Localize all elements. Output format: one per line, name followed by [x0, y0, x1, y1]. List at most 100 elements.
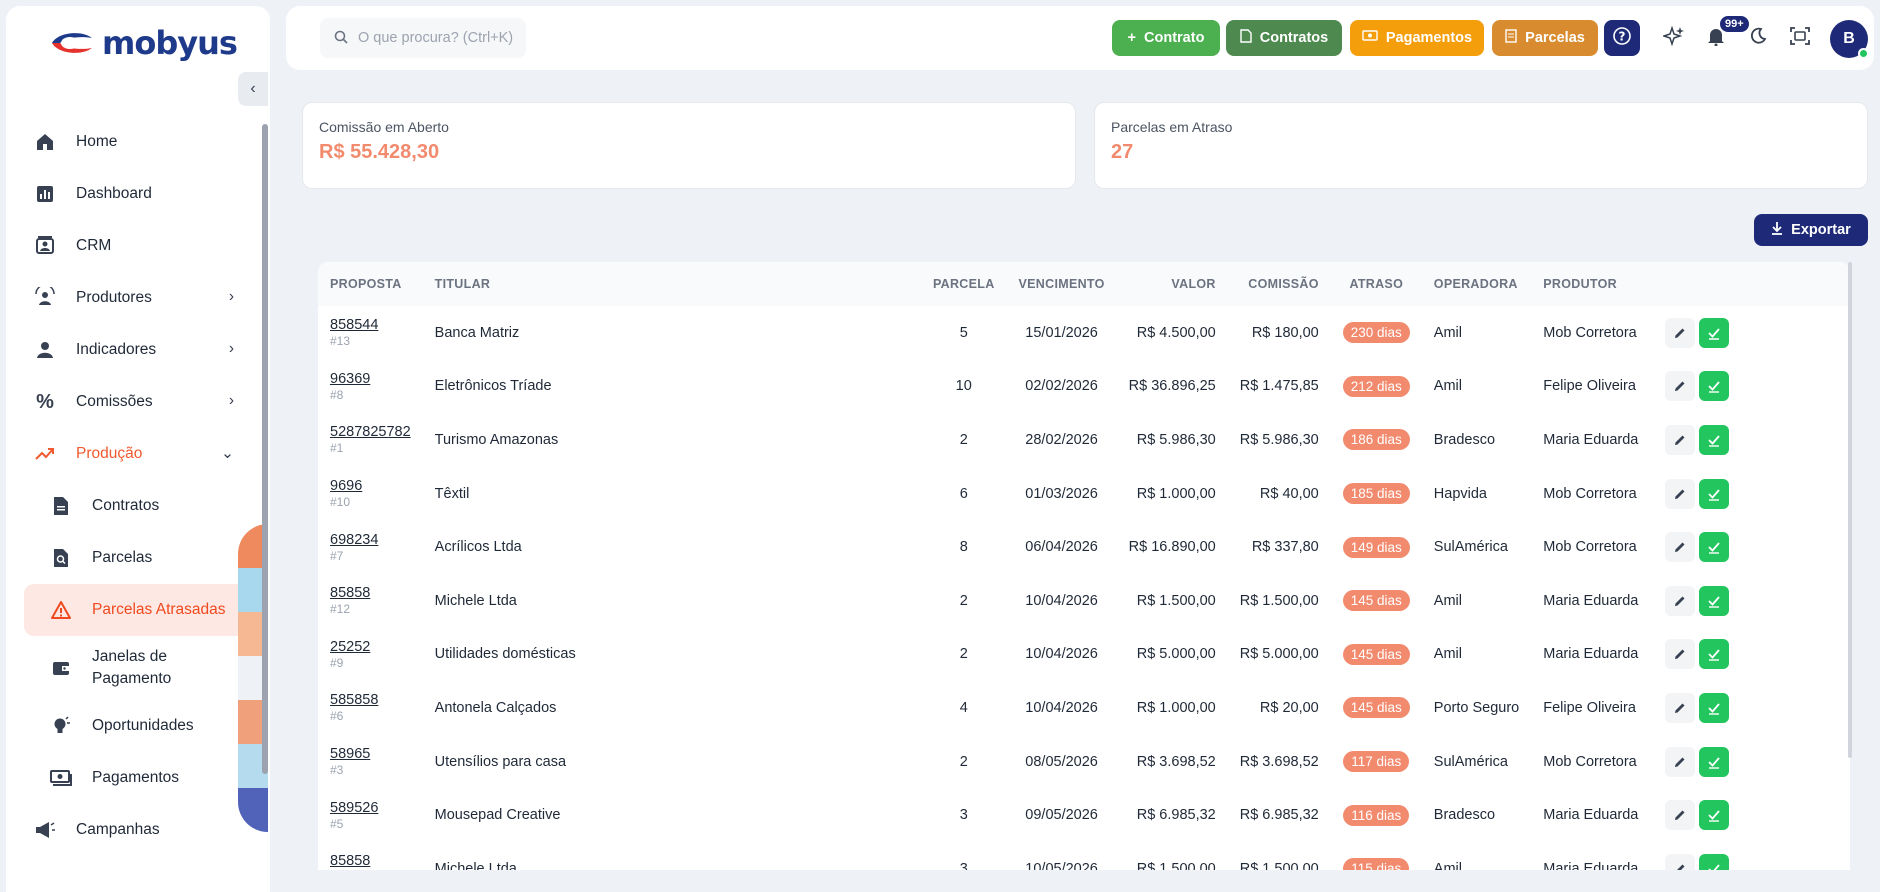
mark-paid-button[interactable]	[1699, 692, 1730, 723]
check-icon	[1708, 649, 1720, 662]
export-button[interactable]: Exportar	[1754, 214, 1868, 246]
mark-paid-button[interactable]	[1699, 585, 1730, 616]
new-contract-button[interactable]: + Contrato	[1112, 20, 1220, 56]
table-row[interactable]: 5287825782 #1 Turismo Amazonas 2 28/02/2…	[318, 413, 1850, 467]
column-header-proposta[interactable]: PROPOSTA	[318, 262, 423, 306]
proposta-link[interactable]: 85858	[330, 853, 411, 869]
proposta-link[interactable]: 96369	[330, 371, 411, 387]
sidebar-item-comissoes[interactable]: % Comissões ›	[6, 376, 258, 428]
proposta-link[interactable]: 58965	[330, 746, 411, 762]
edit-button[interactable]	[1665, 532, 1696, 563]
cell-titular: Mousepad Creative	[434, 807, 561, 824]
cell-valor: R$ 36.896,25	[1128, 378, 1216, 395]
sidebar-item-produtores[interactable]: Produtores ›	[6, 272, 258, 324]
proposta-link[interactable]: 858544	[330, 317, 411, 333]
mark-paid-button[interactable]	[1699, 746, 1730, 777]
scrollbar-thumb[interactable]	[262, 124, 268, 774]
edit-button[interactable]	[1665, 639, 1696, 670]
sidebar-scrollbar[interactable]	[262, 114, 268, 884]
help-button[interactable]: ?	[1604, 20, 1640, 56]
column-header-atraso[interactable]: ATRASO	[1331, 262, 1422, 306]
contracts-button[interactable]: Contratos	[1226, 20, 1342, 56]
proposta-link[interactable]: 9696	[330, 478, 411, 494]
cell-proposta: 96369 #8	[318, 360, 423, 414]
sidebar-item-label: Dashboard	[76, 185, 152, 202]
table-row[interactable]: 858544 #13 Banca Matriz 5 15/01/2026 R$ …	[318, 306, 1850, 360]
proposta-link[interactable]: 585858	[330, 692, 411, 708]
edit-button[interactable]	[1665, 317, 1696, 348]
sidebar-item-campanhas[interactable]: Campanhas	[6, 804, 258, 856]
table-row[interactable]: 85858 #12 Michele Ltda 3 10/05/2026 R$ 1…	[318, 842, 1850, 870]
edit-button[interactable]	[1665, 371, 1696, 402]
mark-paid-button[interactable]	[1699, 639, 1730, 670]
mark-paid-button[interactable]	[1699, 317, 1730, 348]
cell-actions	[1653, 681, 1850, 735]
edit-button[interactable]	[1665, 585, 1696, 616]
table-row[interactable]: 58965 #3 Utensílios para casa 2 08/05/20…	[318, 735, 1850, 789]
mark-paid-button[interactable]	[1699, 478, 1730, 509]
fullscreen-button[interactable]	[1784, 22, 1816, 54]
sidebar-item-crm[interactable]: CRM	[6, 220, 258, 272]
cell-vencimento: 01/03/2026	[1025, 485, 1098, 502]
table-row[interactable]: 9696 #10 Têxtil 6 01/03/2026 R$ 1.000,00…	[318, 467, 1850, 521]
proposta-link[interactable]: 85858	[330, 585, 411, 601]
cell-vencimento: 10/04/2026	[1025, 592, 1098, 609]
column-header-parcela[interactable]: PARCELA	[921, 262, 1007, 306]
table-row[interactable]: 25252 #9 Utilidades domésticas 2 10/04/2…	[318, 628, 1850, 682]
cell-produtor: Mob Corretora	[1543, 324, 1637, 341]
table-scrollbar[interactable]	[1848, 262, 1852, 758]
column-header-operadora[interactable]: OPERADORA	[1422, 262, 1531, 306]
notifications-button[interactable]: 99+	[1700, 16, 1749, 54]
sidebar-collapse-button[interactable]: ‹	[238, 72, 268, 106]
column-header-produtor[interactable]: PRODUTOR	[1531, 262, 1653, 306]
column-header-vencimento[interactable]: VENCIMENTO	[1007, 262, 1117, 306]
edit-button[interactable]	[1665, 478, 1696, 509]
edit-button[interactable]	[1665, 800, 1696, 831]
installments-button[interactable]: Parcelas	[1492, 20, 1598, 56]
sidebar-item-home[interactable]: Home	[6, 116, 258, 168]
edit-button[interactable]	[1665, 853, 1696, 870]
column-header-titular[interactable]: TITULAR	[423, 262, 921, 306]
edit-button[interactable]	[1665, 692, 1696, 723]
table-row[interactable]: 698234 #7 Acrílicos Ltda 8 06/04/2026 R$…	[318, 520, 1850, 574]
table-row[interactable]: 85858 #12 Michele Ltda 2 10/04/2026 R$ 1…	[318, 574, 1850, 628]
proposta-sub-id: #12	[330, 602, 351, 617]
payments-button[interactable]: Pagamentos	[1350, 20, 1484, 56]
cell-valor: R$ 1.000,00	[1136, 485, 1216, 502]
sidebar-item-indicadores[interactable]: Indicadores ›	[6, 324, 258, 376]
mark-paid-button[interactable]	[1699, 424, 1730, 455]
table-row[interactable]: 585858 #6 Antonela Calçados 4 10/04/2026…	[318, 681, 1850, 735]
mark-paid-button[interactable]	[1699, 532, 1730, 563]
theme-toggle-button[interactable]	[1742, 22, 1774, 54]
sidebar-item-producao[interactable]: Produção ⌄	[6, 428, 258, 480]
search-input[interactable]: O que procura? (Ctrl+K)	[320, 18, 526, 58]
check-icon	[1708, 596, 1720, 608]
cell-produtor: Felipe Oliveira	[1543, 699, 1636, 716]
sidebar-item-oportunidades[interactable]: Oportunidades	[6, 700, 258, 752]
cell-atraso: 185 dias	[1331, 467, 1422, 521]
user-avatar[interactable]: B	[1830, 20, 1869, 59]
mark-paid-button[interactable]	[1699, 371, 1730, 402]
edit-button[interactable]	[1665, 424, 1696, 455]
brand-logo[interactable]: mobyus	[48, 24, 238, 62]
sidebar-item-contratos[interactable]: Contratos	[6, 480, 258, 532]
sidebar-item-pagamentos[interactable]: Pagamentos	[6, 752, 258, 804]
proposta-link[interactable]: 698234	[330, 532, 411, 548]
check-icon	[1708, 542, 1720, 554]
column-header-comissao[interactable]: COMISSÃO	[1228, 262, 1331, 306]
users-icon	[34, 287, 56, 309]
sidebar-item-janelas-de-pagamento[interactable]: Janelas de Pagamento	[6, 636, 258, 700]
ai-sparkle-button[interactable]	[1658, 22, 1690, 54]
mark-paid-button[interactable]	[1699, 800, 1730, 831]
table-row[interactable]: 589526 #5 Mousepad Creative 3 09/05/2026…	[318, 788, 1850, 842]
proposta-link[interactable]: 589526	[330, 800, 411, 816]
mark-paid-button[interactable]	[1699, 853, 1730, 870]
sidebar-item-dashboard[interactable]: Dashboard	[6, 168, 258, 220]
sidebar-item-parcelas-atrasadas[interactable]: Parcelas Atrasadas	[24, 584, 250, 636]
proposta-link[interactable]: 5287825782	[330, 424, 411, 440]
column-header-valor[interactable]: VALOR	[1117, 262, 1228, 306]
proposta-link[interactable]: 25252	[330, 639, 411, 655]
sidebar-item-parcelas[interactable]: Parcelas	[6, 532, 258, 584]
edit-button[interactable]	[1665, 746, 1696, 777]
table-row[interactable]: 96369 #8 Eletrônicos Tríade 10 02/02/202…	[318, 360, 1850, 414]
